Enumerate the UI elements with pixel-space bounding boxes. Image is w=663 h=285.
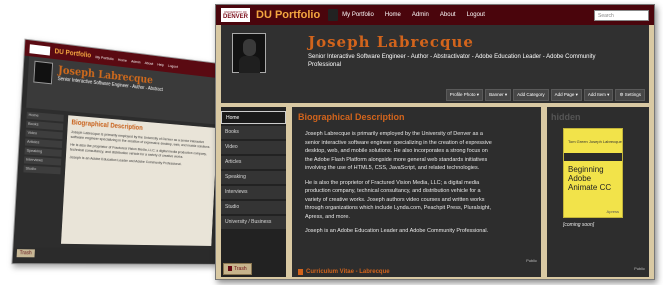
profile-subtitle: Senior Interactive Software Engineer - A…: [308, 54, 596, 68]
profile-banner: Joseph Labrecque Senior Interactive Soft…: [221, 25, 649, 103]
trash-button[interactable]: Trash: [223, 263, 252, 275]
back-tab: Articles: [24, 138, 63, 148]
settings-button[interactable]: ⚙ Settings: [615, 89, 645, 101]
profile-photo-button[interactable]: Profile Photo ▾: [445, 89, 484, 101]
sidebar-item-studio[interactable]: Studio: [221, 201, 286, 214]
nav-about[interactable]: About: [440, 12, 456, 18]
sidebar: Home Books Video Articles Speaking Inter…: [221, 107, 286, 277]
book-stripe: [564, 153, 622, 161]
edit-toolbar: Profile Photo ▾ Banner ▾ Add Category Ad…: [445, 89, 645, 101]
search-input[interactable]: Search: [594, 9, 649, 21]
bio-paragraph: He is also the proprietor of Fractured V…: [305, 179, 491, 220]
back-nav-link: About: [144, 59, 154, 66]
top-navbar: UNIVERSITY OF DENVER DU Portfolio My Por…: [216, 5, 654, 25]
logo-line-2: DENVER: [222, 14, 248, 20]
document-icon: [298, 269, 303, 275]
add-item-button[interactable]: Add Item ▾: [583, 89, 614, 101]
trash-label: Trash: [234, 266, 247, 272]
profile-name: Joseph Labrecque: [308, 33, 474, 51]
add-category-button[interactable]: Add Category: [513, 89, 549, 101]
bio-paragraph: Joseph is an Adobe Education Leader and …: [305, 228, 489, 234]
user-avatar[interactable]: [328, 9, 339, 21]
book-authors: Tom Green Joseph Labrecque: [568, 139, 622, 144]
profile-photo[interactable]: [232, 33, 266, 73]
back-trash-button: Trash: [16, 249, 35, 258]
back-brand: DU Portfolio: [54, 47, 92, 59]
nav-logout[interactable]: Logout: [467, 12, 485, 18]
sidebar-item-articles[interactable]: Articles: [221, 156, 286, 169]
back-tab: Books: [26, 120, 64, 131]
brand-title[interactable]: DU Portfolio: [256, 9, 320, 21]
back-du-logo: [29, 43, 51, 56]
book-cover[interactable]: Tom Green Joseph Labrecque Beginning Ado…: [563, 128, 623, 218]
banner-button[interactable]: Banner ▾: [485, 89, 512, 101]
trash-icon: [228, 266, 232, 272]
sidebar-item-interviews[interactable]: Interviews: [221, 186, 286, 199]
sidebar-item-university-business[interactable]: University / Business: [221, 216, 286, 229]
main-panel: Biographical Description Joseph Labrecqu…: [292, 107, 541, 277]
cv-link[interactable]: Curriculum Vitae - Labrecque: [298, 269, 390, 275]
public-tag: Public: [526, 258, 537, 263]
back-nav-link: Home: [117, 56, 128, 63]
nav-admin[interactable]: Admin: [412, 12, 429, 18]
hidden-label: hidden: [551, 112, 581, 122]
add-page-button[interactable]: Add Page ▾: [550, 89, 582, 101]
right-column: hidden Tom Green Joseph Labrecque Beginn…: [547, 107, 649, 277]
coming-soon-caption: [coming soon]: [563, 222, 595, 228]
back-panel: Biographical Description Joseph Labrecqu…: [60, 115, 218, 246]
sidebar-item-home[interactable]: Home: [221, 111, 286, 124]
bio-paragraph: Joseph Labrecque is primarily employed b…: [305, 131, 492, 171]
back-nav-link: Logout: [167, 62, 178, 69]
back-nav-link: Admin: [131, 58, 141, 64]
background-screenshot: DU Portfolio My Portfolio Home Admin Abo…: [11, 38, 226, 265]
nav-home[interactable]: Home: [385, 12, 401, 18]
back-tab: Interviews: [23, 156, 62, 166]
composite-stage: DU Portfolio My Portfolio Home Admin Abo…: [0, 0, 663, 285]
nav-my-portfolio[interactable]: My Portfolio: [342, 12, 374, 18]
du-logo[interactable]: UNIVERSITY OF DENVER: [221, 8, 250, 22]
page-title: Biographical Description: [298, 112, 405, 122]
back-tab: Video: [25, 129, 63, 140]
sidebar-item-speaking[interactable]: Speaking: [221, 171, 286, 184]
book-title: Beginning Adobe Animate CC: [568, 165, 612, 192]
back-nav-link: Help: [157, 61, 165, 67]
back-body: Home Books Video Articles Speaking Inter…: [13, 107, 223, 250]
foreground-screenshot: UNIVERSITY OF DENVER DU Portfolio My Por…: [215, 4, 655, 280]
back-tab: Speaking: [24, 147, 62, 157]
back-nav-link: My Portfolio: [95, 53, 114, 61]
sidebar-item-video[interactable]: Video: [221, 141, 286, 154]
cv-label: Curriculum Vitae - Labrecque: [306, 269, 390, 275]
back-tab: Studio: [23, 165, 61, 175]
public-tag: Public: [634, 266, 645, 271]
back-avatar: [33, 60, 54, 85]
sidebar-item-books[interactable]: Books: [221, 126, 286, 139]
content-area: Home Books Video Articles Speaking Inter…: [221, 107, 649, 277]
book-publisher: Apress: [606, 209, 619, 214]
back-tabs: Home Books Video Articles Speaking Inter…: [19, 111, 64, 244]
